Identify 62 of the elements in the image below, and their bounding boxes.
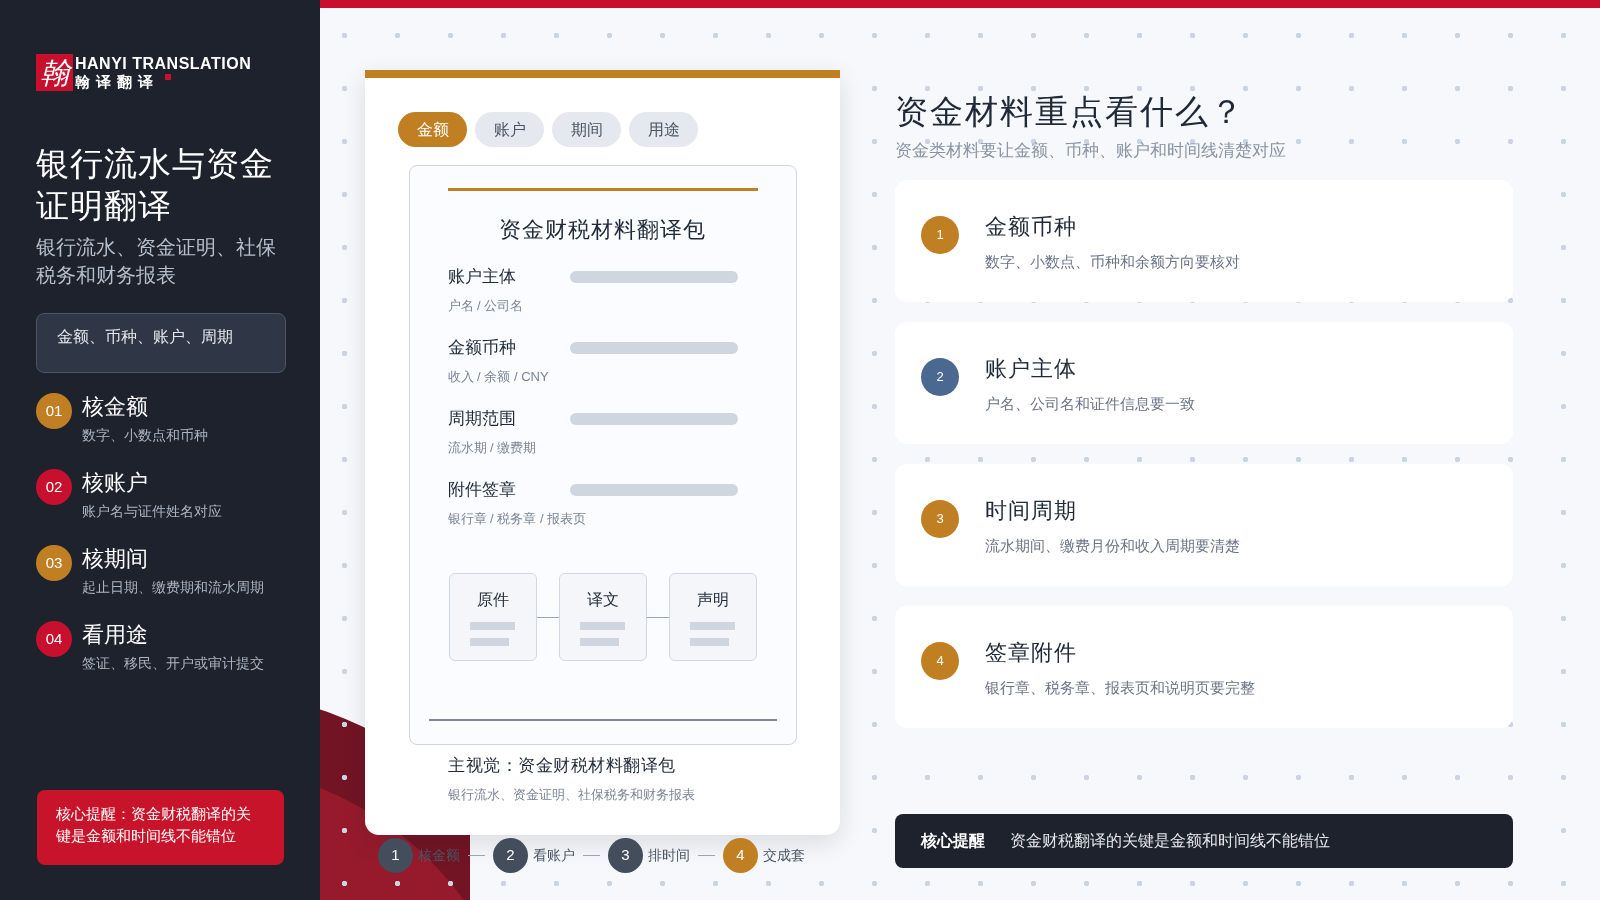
- brand-name: HANYI TRANSLATION: [75, 54, 252, 73]
- node-label: 声明: [696, 590, 729, 610]
- tag-box: 金额、币种、账户、周期: [36, 313, 286, 373]
- flow-step-label: 核金额: [418, 846, 460, 865]
- step-number: 03: [36, 545, 72, 581]
- field-label: 周期范围: [447, 408, 516, 430]
- brand-name-chinese: 翰译翻译: [75, 72, 159, 91]
- step-description: 数字、小数点和币种: [82, 426, 209, 445]
- step-title: 核账户: [82, 469, 149, 497]
- node-label: 原件: [476, 590, 509, 610]
- text-line-icon: [470, 622, 515, 646]
- filter-tab[interactable]: 期间: [552, 112, 621, 147]
- field-hint: 收入 / 余额 / CNY: [447, 367, 550, 386]
- node-label: 译文: [586, 590, 619, 610]
- filter-tab[interactable]: 账户: [475, 112, 544, 147]
- checkpoint-title: 签章附件: [985, 638, 1078, 667]
- checkpoint-title: 金额币种: [985, 212, 1078, 241]
- field-label: 金额币种: [447, 337, 516, 359]
- logo-mark: 翰: [36, 54, 73, 91]
- field-hint: 银行章 / 税务章 / 报表页: [447, 509, 588, 528]
- filter-tab[interactable]: 用途: [629, 112, 698, 147]
- checkpoint-title: 账户主体: [985, 354, 1078, 383]
- flow-step-label: 看账户: [533, 846, 575, 865]
- checkpoint-description: 银行章、税务章、报表页和说明页要完整: [985, 677, 1255, 698]
- flow-step-number: 2: [493, 838, 528, 873]
- reminder-text: 资金财税翻译的关键是金额和时间线不能错位: [1010, 830, 1330, 851]
- text-line-icon: [690, 622, 735, 646]
- flow-step-number: 4: [723, 838, 758, 873]
- field-label: 账户主体: [447, 266, 516, 288]
- field-hint: 流水期 / 缴费期: [447, 438, 538, 457]
- flow-step-label: 交成套: [763, 846, 805, 865]
- checkpoint-number: 4: [921, 641, 959, 680]
- step-title: 看用途: [82, 621, 149, 649]
- caption-text: 银行流水、资金证明、社保税务和财务报表: [448, 785, 695, 804]
- document-title: 资金财税材料翻译包: [499, 216, 706, 244]
- checkpoint-title: 时间周期: [985, 496, 1078, 525]
- checkpoint-number: 3: [921, 499, 959, 538]
- flow-step-label: 排时间: [648, 846, 690, 865]
- text-line-icon: [580, 622, 625, 646]
- checkpoint-description: 户名、公司名和证件信息要一致: [985, 393, 1195, 414]
- step-title: 核期间: [82, 545, 149, 573]
- step-number: 02: [36, 469, 72, 505]
- step-description: 签证、移民、开户或审计提交: [82, 654, 265, 673]
- section-title: 资金材料重点看什么？: [895, 92, 1246, 132]
- step-number: 04: [36, 621, 72, 657]
- sidebar-title: 银行流水与资金证明翻译: [36, 144, 275, 226]
- step-description: 账户名与证件姓名对应: [82, 502, 223, 521]
- section-subtitle: 资金类材料要让金额、币种、账户和时间线清楚对应: [895, 140, 1287, 162]
- step-number: 01: [36, 393, 72, 429]
- checkpoint-description: 流水期间、缴费月份和收入周期要清楚: [985, 535, 1240, 556]
- flow-step-number: 3: [608, 838, 643, 873]
- field-label: 附件签章: [447, 479, 516, 501]
- sidebar-subtitle: 银行流水、资金证明、社保税务和财务报表: [36, 235, 277, 288]
- caption-title: 主视觉：资金财税材料翻译包: [448, 755, 677, 777]
- reminder-box: 核心提醒：资金财税翻译的关键是金额和时间线不能错位: [37, 790, 284, 865]
- checkpoint-number: 1: [921, 215, 959, 254]
- field-hint: 户名 / 公司名: [447, 296, 525, 315]
- checkpoint-number: 2: [921, 357, 959, 396]
- reminder-label: 核心提醒: [921, 830, 985, 851]
- step-description: 起止日期、缴费期和流水周期: [82, 578, 265, 597]
- checkpoint-description: 数字、小数点、币种和余额方向要核对: [985, 251, 1240, 272]
- step-title: 核金额: [82, 393, 149, 421]
